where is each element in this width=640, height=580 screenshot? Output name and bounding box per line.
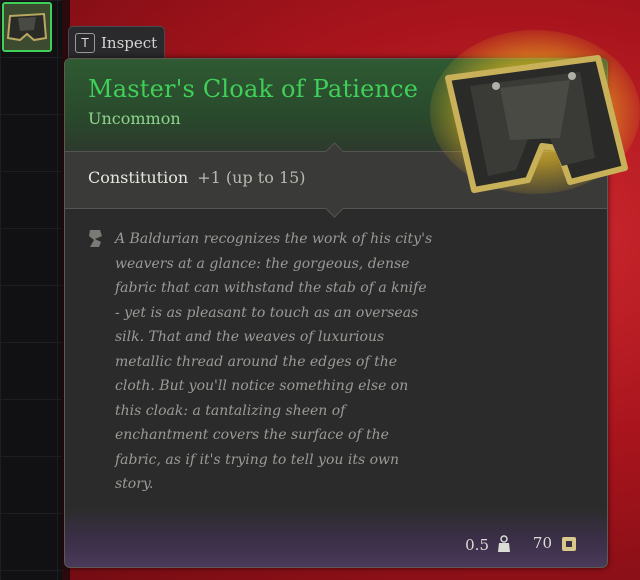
cloak-artwork — [430, 30, 640, 194]
item-name: Master's Cloak of Patience — [88, 75, 419, 103]
gold-coin-icon — [562, 537, 576, 551]
inspect-hotkey: T — [75, 32, 95, 53]
stat-line: Constitution +1 (up to 15) — [88, 168, 306, 187]
item-description: A Baldurian recognizes the work of his c… — [115, 231, 433, 492]
quill-icon — [89, 230, 102, 247]
stat-value: +1 (up to 15) — [197, 168, 306, 187]
inventory-grid — [0, 0, 64, 580]
inventory-slot-cloak[interactable] — [2, 2, 52, 52]
inspect-tab[interactable]: T Inspect — [68, 26, 165, 58]
item-weight: 0.5 — [465, 536, 489, 554]
item-description-section: A Baldurian recognizes the work of his c… — [65, 207, 607, 517]
tooltip-footer: 0.5 70 — [65, 507, 607, 567]
weight-icon — [498, 535, 510, 552]
item-rarity: Uncommon — [88, 109, 181, 128]
stat-name: Constitution — [88, 168, 189, 187]
cloak-icon — [4, 4, 50, 50]
item-price: 70 — [532, 534, 552, 552]
inspect-label: Inspect — [101, 33, 158, 52]
